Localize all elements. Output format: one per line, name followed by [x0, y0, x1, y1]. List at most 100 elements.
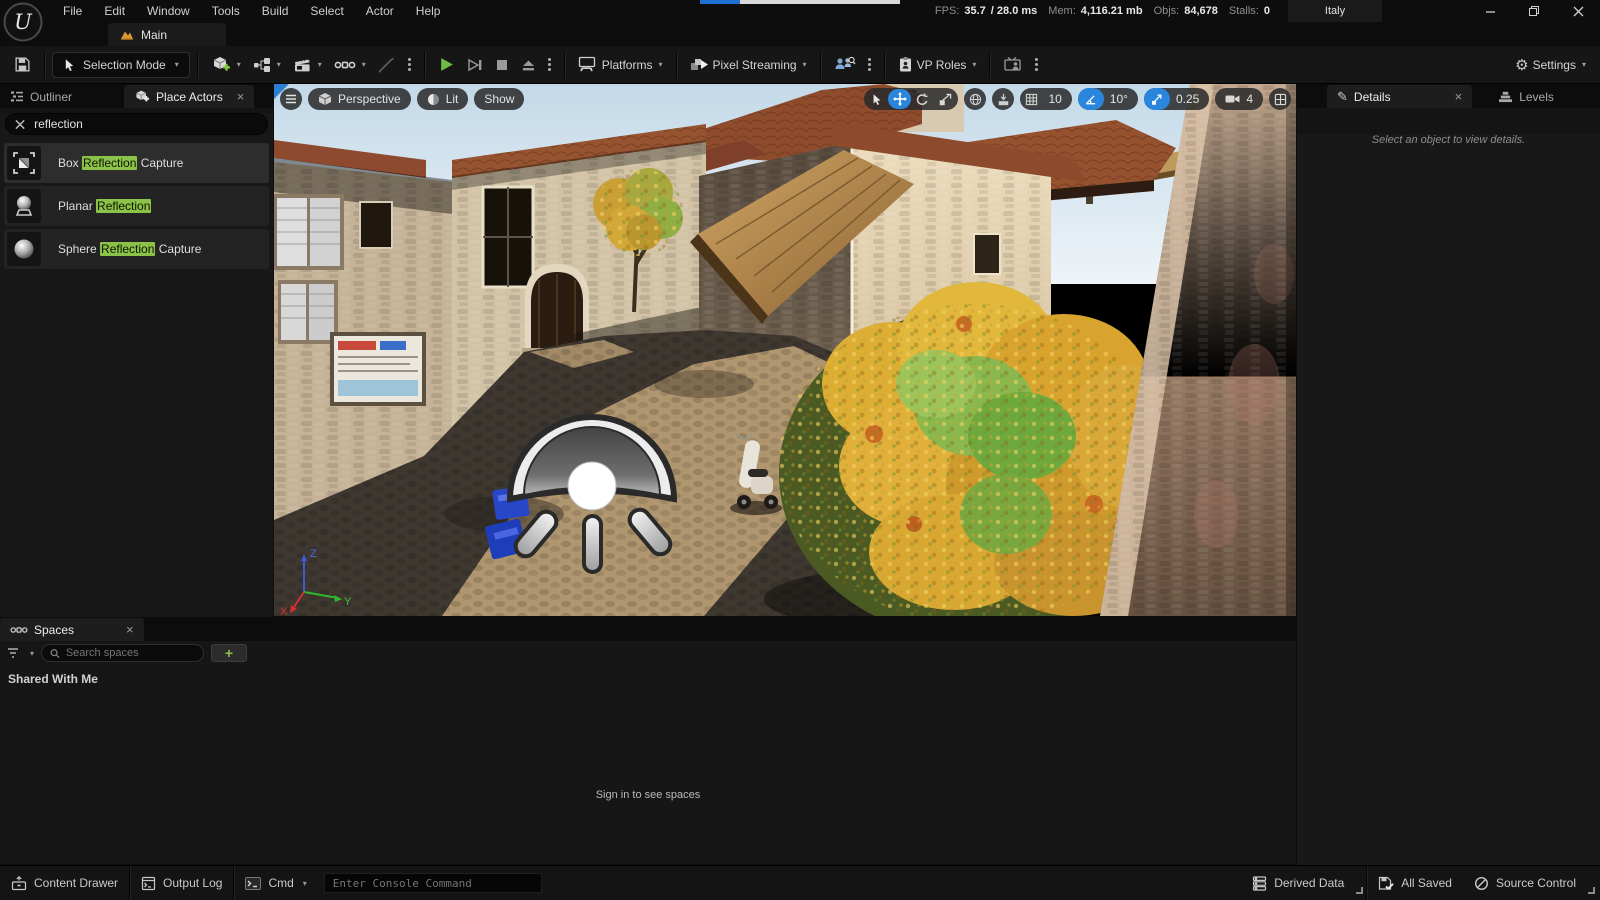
menu-help[interactable]: Help	[405, 0, 452, 22]
chevron-down-icon: ▾	[972, 60, 976, 69]
play-options-menu-icon[interactable]	[542, 58, 557, 71]
console-command-field[interactable]	[324, 873, 542, 893]
left-panel-tabs: Outliner Place Actors ×	[0, 84, 273, 108]
list-item-box-reflection-capture[interactable]: Box Reflection Capture	[4, 143, 269, 183]
source-control-button[interactable]: Source Control	[1463, 866, 1587, 900]
frame-skip-button[interactable]	[461, 52, 489, 78]
list-item-sphere-reflection-capture[interactable]: Sphere Reflection Capture	[4, 229, 269, 269]
svg-text:X: X	[280, 606, 288, 616]
search-input[interactable]	[34, 117, 258, 131]
tab-place-actors[interactable]: Place Actors ×	[124, 85, 254, 108]
list-item-planar-reflection[interactable]: Planar Reflection	[4, 186, 269, 226]
spaces-search-input[interactable]	[66, 647, 195, 659]
restore-icon[interactable]	[1512, 0, 1556, 22]
derived-data-button[interactable]: Derived Data	[1241, 866, 1355, 900]
collaborators-button[interactable]	[828, 52, 862, 78]
pixel-streaming-dropdown[interactable]: Pixel Streaming ▾	[684, 52, 813, 78]
camera-speed-control[interactable]: 4	[1215, 88, 1263, 110]
toolbar-separator	[884, 52, 885, 78]
menu-window[interactable]: Window	[136, 0, 201, 22]
scale-tool-icon[interactable]	[934, 89, 957, 109]
save-button[interactable]	[8, 52, 37, 78]
project-name-button[interactable]: Italy	[1288, 0, 1382, 22]
settings-label: Settings	[1533, 58, 1576, 72]
toolbar-separator	[989, 52, 990, 78]
surface-snap-icon[interactable]	[992, 88, 1014, 110]
chevron-down-icon[interactable]: ▾	[30, 649, 34, 658]
resize-grip[interactable]	[1588, 887, 1595, 894]
tab-levels-label: Levels	[1519, 90, 1554, 104]
menu-file[interactable]: File	[52, 0, 93, 22]
rotation-snap-control[interactable]: 10°	[1078, 88, 1138, 110]
play-button[interactable]	[432, 52, 461, 78]
vp-roles-dropdown[interactable]: VP Roles ▾	[892, 52, 983, 78]
menu-tools[interactable]: Tools	[201, 0, 251, 22]
spaces-search[interactable]	[41, 644, 204, 662]
details-empty-message: Select an object to view details.	[1297, 134, 1600, 146]
all-saved-label: All Saved	[1401, 876, 1452, 890]
show-dropdown[interactable]: Show	[474, 88, 524, 110]
close-icon[interactable]: ×	[237, 89, 245, 104]
selection-mode-dropdown[interactable]: Selection Mode ▾	[52, 52, 190, 78]
ue-logo-icon[interactable]: U	[3, 2, 43, 42]
tab-spaces[interactable]: Spaces ×	[0, 618, 144, 641]
scale-snap-control[interactable]: 0.25	[1144, 88, 1209, 110]
menu-actor[interactable]: Actor	[355, 0, 405, 22]
quad-view-icon[interactable]	[1269, 88, 1291, 110]
lit-icon	[427, 93, 440, 106]
world-space-icon[interactable]	[964, 88, 986, 110]
details-icon: ✎	[1337, 89, 1348, 105]
rotate-tool-icon[interactable]	[911, 89, 934, 109]
camera-speed-value: 4	[1246, 92, 1253, 106]
add-space-button[interactable]: +	[211, 644, 247, 662]
landscape-button[interactable]	[372, 52, 402, 78]
collaborators-menu-icon[interactable]	[862, 58, 877, 71]
settings-dropdown[interactable]: ⚙ Settings ▾	[1509, 52, 1592, 78]
output-log-icon	[141, 876, 156, 891]
content-drawer-label: Content Drawer	[34, 876, 118, 890]
menu-build[interactable]: Build	[251, 0, 300, 22]
reflection-capture-gizmo[interactable]	[510, 417, 674, 572]
toolbar-separator	[564, 52, 565, 78]
content-drawer-button[interactable]: Content Drawer	[0, 866, 129, 900]
close-icon[interactable]: ×	[1455, 89, 1463, 104]
blueprints-button[interactable]: ▾	[247, 52, 287, 78]
eject-button[interactable]	[515, 52, 542, 78]
level-viewport[interactable]: Z Y X Perspective Lit Show	[274, 84, 1296, 616]
output-log-button[interactable]: Output Log	[130, 866, 233, 900]
add-actor-button[interactable]: ▾	[205, 52, 247, 78]
resize-grip[interactable]	[1356, 887, 1363, 894]
move-tool-icon[interactable]	[888, 89, 911, 109]
content-drawer-icon	[11, 876, 27, 891]
tab-details[interactable]: ✎ Details ×	[1327, 85, 1472, 108]
platforms-dropdown[interactable]: Platforms ▾	[572, 52, 669, 78]
tab-levels[interactable]: Levels	[1488, 85, 1564, 108]
select-tool-icon[interactable]	[865, 89, 888, 109]
tab-outliner[interactable]: Outliner	[0, 85, 82, 108]
rotation-snap-value: 10°	[1110, 92, 1128, 106]
all-saved-button[interactable]: All Saved	[1367, 866, 1463, 900]
stop-button[interactable]	[489, 52, 515, 78]
cmd-dropdown[interactable]: Cmd ▾	[234, 866, 317, 900]
grid-snap-control[interactable]: 10	[1020, 88, 1071, 110]
close-icon[interactable]: ×	[126, 622, 134, 637]
menu-select[interactable]: Select	[299, 0, 354, 22]
cinematics-button[interactable]: ▾	[287, 52, 328, 78]
menu-edit[interactable]: Edit	[93, 0, 136, 22]
sequencer-button[interactable]: ▾	[328, 52, 372, 78]
remote-session-menu-icon[interactable]	[1029, 58, 1044, 71]
perspective-dropdown[interactable]: Perspective	[308, 88, 411, 110]
clear-search-icon[interactable]	[15, 119, 25, 130]
toolbar-overflow-menu-icon[interactable]	[402, 58, 417, 71]
cmd-label: Cmd	[268, 876, 293, 890]
remote-session-button[interactable]	[997, 52, 1029, 78]
output-log-label: Output Log	[163, 876, 222, 890]
minimize-icon[interactable]	[1468, 0, 1512, 22]
filter-icon[interactable]	[7, 647, 21, 659]
console-command-input[interactable]	[333, 877, 533, 890]
place-actors-search[interactable]	[5, 113, 268, 135]
viewport-options-button[interactable]	[280, 88, 302, 110]
lit-dropdown[interactable]: Lit	[417, 88, 469, 110]
tab-main-level[interactable]: Main	[108, 23, 226, 46]
close-window-icon[interactable]	[1556, 0, 1600, 22]
